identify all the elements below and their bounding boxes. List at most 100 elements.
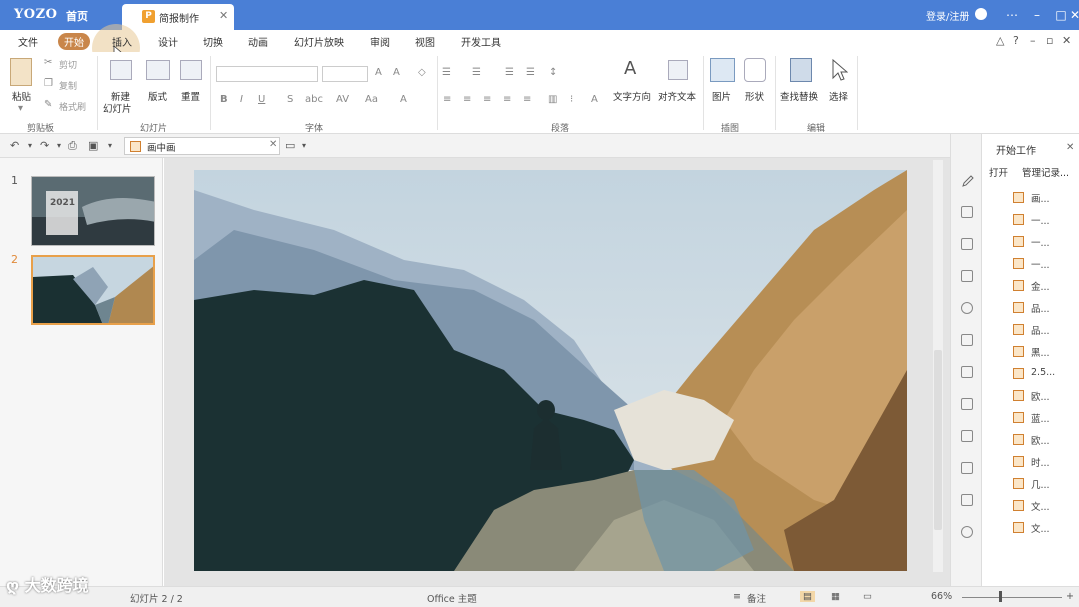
reading-view-icon[interactable]: ▭	[863, 591, 872, 602]
shrink-font-icon[interactable]: A	[393, 67, 400, 78]
recent-file-item[interactable]: 一...	[1013, 233, 1077, 249]
text-direction-label[interactable]: 文字方向	[613, 89, 651, 103]
clear-format-icon[interactable]: ◇	[418, 67, 426, 78]
clipboard-icon[interactable]	[961, 430, 973, 442]
skin-icon[interactable]: ⋯	[1003, 6, 1021, 24]
recent-file-item[interactable]: 文...	[1013, 497, 1077, 513]
customize-toolbar-icon[interactable]: ▾	[108, 141, 112, 150]
font-name-combo[interactable]	[216, 66, 318, 82]
grid-icon[interactable]	[961, 334, 973, 346]
print-preview-icon[interactable]: ⎙	[68, 139, 77, 153]
text-effect-icon[interactable]: A	[591, 94, 598, 105]
char-spacing-icon[interactable]: AV	[336, 94, 349, 105]
copy-label[interactable]: 复制	[59, 79, 77, 92]
zoom-in-icon[interactable]: +	[1066, 591, 1074, 602]
slide-thumbnail-1[interactable]: 2021	[31, 176, 155, 246]
file-tab[interactable]: 画中画 ✕	[124, 137, 280, 155]
text-direction-icon[interactable]: A	[624, 58, 644, 82]
open-link[interactable]: 打开	[989, 165, 1008, 179]
menu-design[interactable]: 设计	[158, 34, 178, 49]
comment-icon[interactable]	[961, 398, 973, 410]
manage-records-link[interactable]: 管理记录...	[1022, 165, 1069, 179]
line-spacing-icon[interactable]: ↕	[549, 67, 557, 78]
close-tab-icon[interactable]: ✕	[219, 9, 228, 22]
recent-file-item[interactable]: 欧...	[1013, 387, 1077, 403]
recent-file-item[interactable]: 金...	[1013, 277, 1077, 293]
find-replace-icon[interactable]	[790, 58, 812, 82]
shape-label[interactable]: 形状	[745, 89, 764, 103]
menu-slideshow[interactable]: 幻灯片放映	[294, 34, 344, 49]
redo-icon[interactable]: ↷	[40, 139, 49, 152]
font-color-icon[interactable]: A	[400, 94, 407, 105]
new-file-dropdown-icon[interactable]: ▾	[302, 141, 306, 150]
paragraph-spacing-icon[interactable]: ⁝	[570, 94, 573, 105]
undo-dropdown-icon[interactable]: ▾	[28, 141, 32, 150]
recent-file-item[interactable]: 品...	[1013, 299, 1077, 315]
minimize-icon[interactable]: –	[1028, 6, 1046, 24]
recent-file-item[interactable]: 黑...	[1013, 343, 1077, 359]
strikethrough-icon[interactable]: abc	[305, 94, 323, 105]
recent-file-item[interactable]: 一...	[1013, 211, 1077, 227]
menu-file[interactable]: 文件	[18, 34, 38, 49]
undo-icon[interactable]: ↶	[10, 139, 19, 152]
numbering-icon[interactable]: ☰	[472, 67, 481, 78]
recent-file-item[interactable]: 2.5...	[1013, 365, 1077, 381]
help-circle-icon[interactable]	[961, 526, 973, 538]
paste-label[interactable]: 粘贴	[12, 89, 31, 103]
normal-view-icon[interactable]: ▤	[800, 591, 815, 602]
shape-icon[interactable]	[744, 58, 766, 82]
align-right-icon[interactable]: ≡	[483, 94, 491, 105]
menu-review[interactable]: 审阅	[370, 34, 390, 49]
paste-dropdown-icon[interactable]: ▾	[18, 103, 23, 114]
increase-indent-icon[interactable]: ☰	[526, 67, 535, 78]
select-arrow-icon[interactable]	[830, 58, 848, 82]
justify-icon[interactable]: ≡	[503, 94, 511, 105]
recent-file-item[interactable]: 欧...	[1013, 431, 1077, 447]
new-slide-label-2[interactable]: 幻灯片	[103, 101, 132, 115]
recent-file-item[interactable]: 几...	[1013, 475, 1077, 491]
recent-file-item[interactable]: 文...	[1013, 519, 1077, 535]
copy-pages-icon[interactable]	[961, 462, 973, 474]
menu-transitions[interactable]: 切换	[203, 34, 223, 49]
zoom-level[interactable]: 66%	[931, 591, 952, 602]
layout-icon[interactable]	[146, 60, 170, 80]
italic-icon[interactable]: I	[240, 94, 243, 105]
distribute-icon[interactable]: ≡	[523, 94, 531, 105]
decrease-indent-icon[interactable]: ☰	[505, 67, 514, 78]
recent-file-item[interactable]: 品...	[1013, 321, 1077, 337]
save-icon[interactable]: ▣	[88, 139, 98, 152]
zoom-slider-knob[interactable]	[999, 591, 1002, 602]
bold-icon[interactable]: B	[220, 94, 228, 105]
select-label[interactable]: 选择	[829, 89, 848, 103]
picture-icon[interactable]	[710, 58, 735, 82]
recent-file-item[interactable]: 蓝...	[1013, 409, 1077, 425]
notes-icon[interactable]: ≡	[733, 591, 741, 602]
align-center-icon[interactable]: ≡	[463, 94, 471, 105]
cut-label[interactable]: 剪切	[59, 58, 77, 71]
document-tab[interactable]: P 简报制作 ✕	[122, 4, 234, 30]
login-link[interactable]: 登录/注册	[926, 8, 969, 23]
collapse-ribbon-icon[interactable]: △	[996, 34, 1004, 47]
settings-sliders-icon[interactable]	[961, 206, 973, 218]
image-icon[interactable]	[961, 366, 973, 378]
doc-restore-icon[interactable]: ▫	[1046, 34, 1053, 47]
doc-close-icon[interactable]: ✕	[1062, 34, 1071, 47]
help-icon[interactable]: ?	[1013, 34, 1019, 47]
align-text-icon[interactable]	[668, 60, 688, 80]
close-window-icon[interactable]: ✕	[1070, 6, 1079, 24]
doc-minimize-icon[interactable]: –	[1030, 34, 1036, 47]
menu-view[interactable]: 视图	[415, 34, 435, 49]
font-size-combo[interactable]	[322, 66, 368, 82]
menu-developer[interactable]: 开发工具	[461, 34, 501, 49]
home-tab[interactable]: 首页	[66, 8, 88, 24]
scrollbar-thumb[interactable]	[934, 350, 942, 530]
find-replace-label[interactable]: 查找替换	[780, 89, 818, 103]
format-painter-label[interactable]: 格式刷	[59, 100, 86, 113]
columns-icon[interactable]: ▥	[548, 94, 557, 105]
recent-file-item[interactable]: 一...	[1013, 255, 1077, 271]
change-case-icon[interactable]: Aa	[365, 94, 378, 105]
recent-file-item[interactable]: 时...	[1013, 453, 1077, 469]
sorter-view-icon[interactable]: ▦	[831, 591, 840, 602]
edit-icon[interactable]	[961, 494, 973, 506]
grow-font-icon[interactable]: A	[375, 67, 382, 78]
